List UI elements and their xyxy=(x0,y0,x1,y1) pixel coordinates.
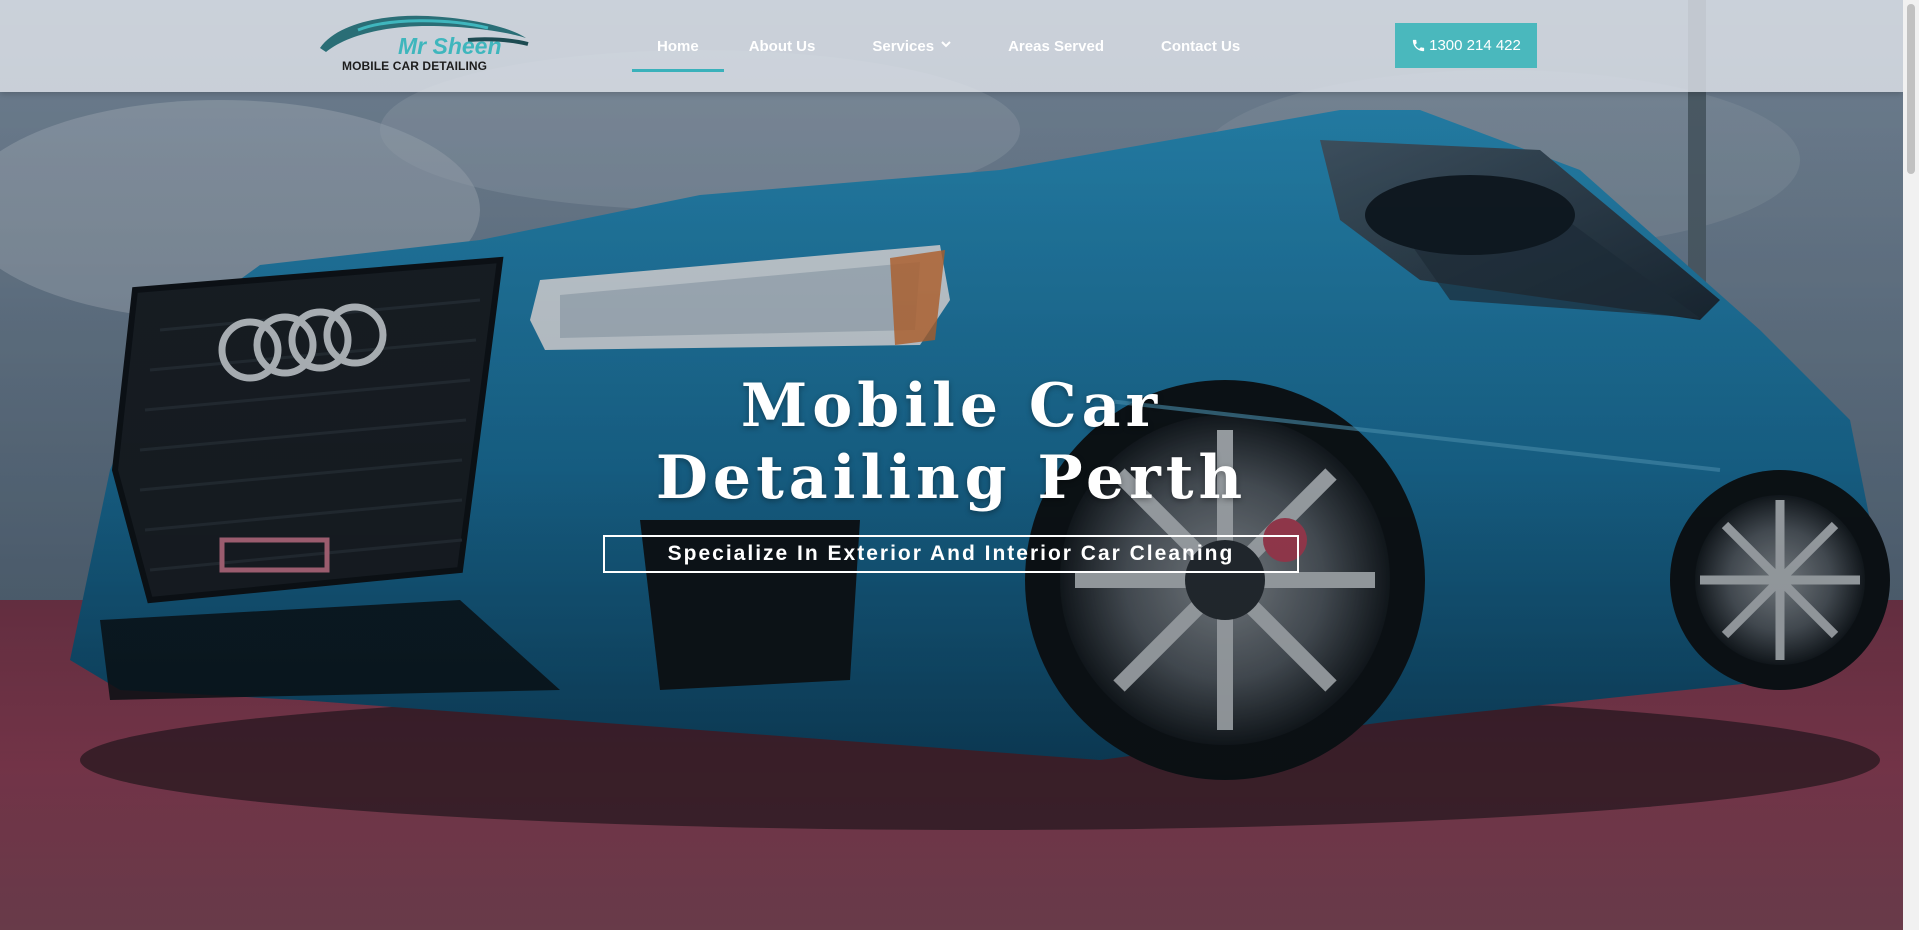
page-scrollbar[interactable] xyxy=(1903,0,1919,930)
nav-item-services-label: Services xyxy=(872,37,935,55)
phone-button[interactable]: 1300 214 422 xyxy=(1395,23,1537,68)
nav-item-services[interactable]: Services xyxy=(872,0,951,92)
logo-tagline: MOBILE CAR DETAILING xyxy=(342,59,488,73)
site-header: Mr Sheen MOBILE CAR DETAILING Home About… xyxy=(0,0,1903,92)
nav-item-about-us[interactable]: About Us xyxy=(749,0,816,92)
hero-tagline: Specialize In Exterior And Interior Car … xyxy=(603,535,1299,573)
main-nav: Home About Us Services Areas Served Cont… xyxy=(632,0,1240,92)
phone-number: 1300 214 422 xyxy=(1429,37,1521,54)
site-logo[interactable]: Mr Sheen MOBILE CAR DETAILING xyxy=(318,12,530,74)
nav-item-areas-served[interactable]: Areas Served xyxy=(1008,0,1104,92)
logo-name: Mr Sheen xyxy=(398,33,502,59)
nav-item-home[interactable]: Home xyxy=(632,0,724,92)
hero-title-line1: Mobile Car xyxy=(740,371,1163,441)
scrollbar-thumb[interactable] xyxy=(1907,4,1915,174)
chevron-down-icon xyxy=(941,40,951,51)
hero-title: Mobile Car Detailing Perth xyxy=(0,370,1903,514)
nav-item-contact-us[interactable]: Contact Us xyxy=(1161,0,1240,92)
hero-title-line2: Detailing Perth xyxy=(655,443,1248,513)
phone-icon xyxy=(1411,38,1426,53)
